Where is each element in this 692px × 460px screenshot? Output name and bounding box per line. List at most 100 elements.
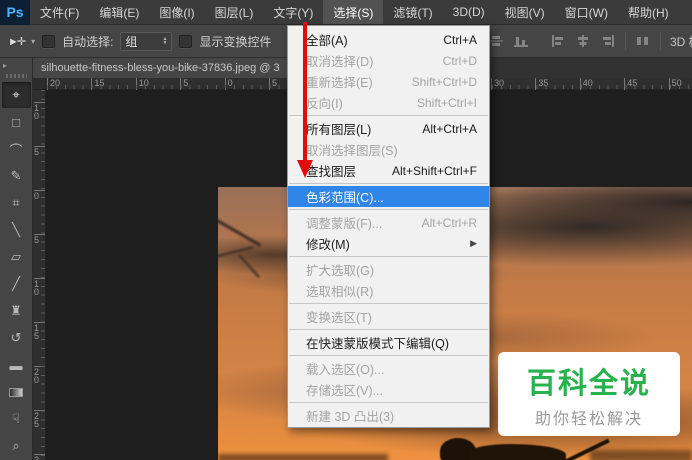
watermark-title: 百科全说 — [526, 367, 651, 400]
menubar: Ps 文件(F) 编辑(E) 图像(I) 图层(L) 文字(Y) 选择(S) 滤镜(T) 3D… — [0, 0, 692, 25]
menu-item: 扩大选取(G) — [288, 259, 489, 280]
ruler-tick-label: 25 — [34, 410, 45, 429]
menubar-item[interactable]: 滤镜(T) — [383, 0, 442, 24]
gradient-tool[interactable] — [2, 379, 31, 405]
ruler-tick-label: 40 — [579, 78, 593, 90]
healing-brush-tool[interactable]: ▱ — [2, 244, 31, 270]
rectangular-marquee-tool[interactable]: □ — [2, 109, 31, 135]
menubar-item[interactable]: 图层(L) — [205, 0, 264, 24]
quick-selection-tool[interactable]: ✎ — [2, 163, 31, 189]
menu-item: 调整蒙版(F)... Alt+Ctrl+R — [288, 212, 489, 233]
menu-separator — [289, 256, 488, 257]
move-tool-icon: ►✛ — [8, 35, 26, 48]
ruler-tick-label: 30 — [34, 454, 45, 460]
menu-item-label: 扩大选取(G) — [306, 264, 375, 278]
menubar-item[interactable]: 文字(Y) — [263, 0, 323, 24]
brush-tool[interactable]: ╱ — [2, 271, 31, 297]
align-bottom-edges-icon[interactable] — [513, 34, 529, 48]
menubar-item[interactable]: 编辑(E) — [89, 0, 149, 24]
ground-silhouette — [590, 450, 692, 460]
ruler-tick-label: 10 — [135, 78, 149, 90]
ruler-tick-label: 45 — [624, 78, 637, 90]
menu-item-label: 新建 3D 凸出(3) — [306, 410, 395, 424]
menu-item-label: 色彩范围(C)... — [306, 191, 384, 205]
ruler-tick-label: 5 — [34, 146, 45, 157]
menu-item[interactable]: 查找图层 Alt+Shift+Ctrl+F — [288, 160, 489, 181]
align-vertical-centers-icon[interactable] — [488, 34, 504, 48]
lasso-tool[interactable]: ⌒ — [2, 136, 31, 162]
tree-branch-silhouette — [218, 246, 254, 258]
menu-item: 选取相似(R) — [288, 280, 489, 301]
menu-item-label: 反向(I) — [306, 97, 343, 111]
ruler-tick-label: 20 — [34, 366, 45, 385]
align-horizontal-centers-icon[interactable] — [575, 34, 591, 48]
show-transform-checkbox[interactable] — [179, 34, 193, 48]
eraser-tool[interactable]: ▬ — [2, 352, 31, 378]
auto-select-dropdown[interactable]: 组 ▲ ▼ — [120, 31, 173, 51]
menu-item-label: 载入选区(O)... — [306, 363, 385, 377]
menubar-item[interactable]: 图像(I) — [149, 0, 204, 24]
photoshop-window: Ps 文件(F) 编辑(E) 图像(I) 图层(L) 文字(Y) 选择(S) 滤镜(T) 3D… — [0, 0, 692, 460]
crop-tool[interactable]: ⌗ — [2, 190, 31, 216]
vertical-ruler: 10 5 0 5 10 15 20 25 30 — [33, 90, 46, 460]
history-brush-tool[interactable]: ↺ — [2, 325, 31, 351]
menu-item[interactable]: 在快速蒙版模式下编辑(Q) — [288, 332, 489, 353]
annotation-arrow — [303, 22, 307, 160]
menubar-item[interactable]: 文件(F) — [30, 0, 89, 24]
ruler-tick-label: 50 — [668, 78, 682, 90]
menu-item-label: 查找图层 — [306, 165, 357, 179]
clone-stamp-tool[interactable]: ♜ — [2, 298, 31, 324]
menu-item-label: 重新选择(E) — [306, 76, 373, 90]
menu-item-label: 取消选择图层(S) — [306, 144, 398, 158]
tree-branch-silhouette — [218, 218, 262, 247]
ruler-tick-label: 10 — [34, 102, 45, 121]
menu-item-shortcut: Alt+Ctrl+R — [421, 215, 477, 230]
panel-grip-handle[interactable] — [5, 74, 27, 78]
menu-item-shortcut: Shift+Ctrl+D — [411, 74, 477, 89]
menu-item[interactable]: 色彩范围(C)... — [288, 186, 489, 207]
auto-select-checkbox[interactable] — [42, 34, 56, 48]
menu-item-shortcut: Ctrl+A — [443, 32, 477, 47]
tools-panel: ▸ ⌖ □ ⌒ ✎ ⌗ ╲ ▱ ╱ ♜ ↺ ▬ ☟ ⌕ — [0, 58, 33, 460]
menubar-item[interactable]: 帮助(H) — [618, 0, 679, 24]
eyedropper-tool[interactable]: ╲ — [2, 217, 31, 243]
ruler-tick-label: 10 — [34, 278, 45, 297]
show-transform-label: 显示变换控件 — [199, 34, 272, 49]
menu-separator — [289, 183, 488, 184]
menu-separator — [289, 355, 488, 356]
dropdown-stepper-icon: ▲ ▼ — [162, 36, 168, 46]
gradient-tool-icon — [9, 387, 23, 397]
panel-collapse-icon[interactable]: ▸ — [0, 58, 32, 70]
menu-item-label: 取消选择(D) — [306, 55, 374, 69]
smudge-tool[interactable]: ☟ — [2, 406, 31, 432]
ruler-tick-label: 15 — [34, 322, 45, 341]
select-dropdown-menu: 全部(A) Ctrl+A 取消选择(D) Ctrl+D 重新选择(E) Shift+Ctr… — [287, 25, 490, 428]
menu-item: 反向(I) Shift+Ctrl+I — [288, 92, 489, 113]
tree-branch-silhouette — [238, 254, 260, 278]
menubar-item[interactable]: 选择(S) — [323, 0, 384, 24]
menu-item[interactable]: 修改(M) ▶ — [288, 233, 489, 254]
menu-item-label: 全部(A) — [306, 34, 348, 48]
menu-item: 载入选区(O)... — [288, 358, 489, 379]
3d-mode-label: 3D 模 — [670, 34, 692, 49]
menu-item: 存储选区(V)... — [288, 379, 489, 400]
submenu-arrow-icon: ▶ — [470, 238, 477, 248]
align-right-edges-icon[interactable] — [600, 34, 616, 48]
menubar-item[interactable]: 视图(V) — [495, 0, 555, 24]
distribute-horizontal-centers-icon[interactable] — [635, 34, 651, 48]
menubar-item[interactable]: 3D(D) — [443, 0, 495, 24]
menubar-item[interactable]: 窗口(W) — [555, 0, 618, 24]
menubar-items: 文件(F) 编辑(E) 图像(I) 图层(L) 文字(Y) 选择(S) 滤镜(T) 3D(D)… — [30, 0, 679, 24]
move-tool[interactable]: ⌖ — [1, 82, 31, 108]
tool-preset-caret-icon[interactable]: ▾ — [31, 37, 35, 46]
menu-item[interactable]: 所有图层(L) Alt+Ctrl+A — [288, 118, 489, 139]
annotation-arrow-head — [297, 160, 313, 178]
menu-item[interactable]: 全部(A) Ctrl+A — [288, 29, 489, 50]
dodge-tool[interactable]: ⌕ — [2, 433, 31, 459]
ruler-tick-label: 30 — [491, 78, 504, 90]
align-left-edges-icon[interactable] — [550, 34, 566, 48]
menu-item-label: 在快速蒙版模式下编辑(Q) — [306, 337, 450, 351]
ruler-tick-label: 5 — [34, 234, 45, 245]
menu-separator — [289, 115, 488, 116]
menu-item-label: 调整蒙版(F)... — [306, 217, 383, 231]
